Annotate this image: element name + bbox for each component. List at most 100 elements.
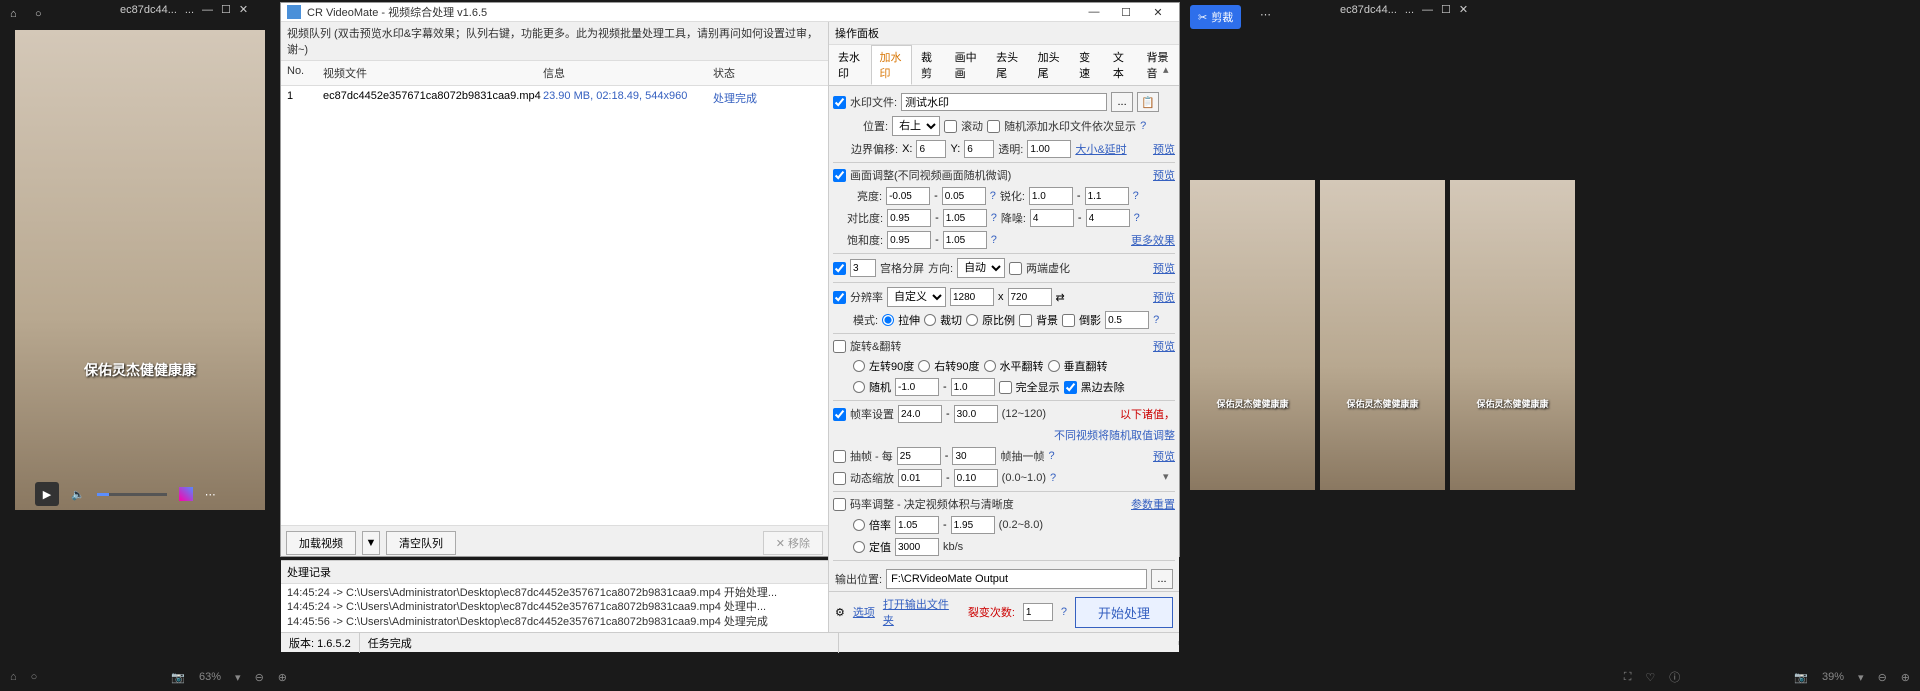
help-icon[interactable]: ? [1140, 120, 1146, 132]
load-video-button[interactable]: 加载视频 [286, 531, 356, 555]
zoom-out-icon[interactable]: ⊖ [1878, 671, 1887, 684]
maximize-button[interactable]: ☐ [1111, 3, 1141, 21]
drop-max[interactable] [952, 447, 996, 465]
stretch-radio[interactable] [882, 314, 894, 326]
noise-min[interactable] [1030, 209, 1074, 227]
col-status[interactable]: 状态 [707, 63, 797, 83]
reset-link[interactable]: 参数重置 [1131, 496, 1175, 512]
help-icon[interactable]: ? [991, 234, 997, 246]
col-info[interactable]: 信息 [537, 63, 707, 83]
offset-y[interactable] [964, 140, 994, 158]
zoom-out-icon[interactable]: ⊖ [255, 671, 264, 684]
mirror-val[interactable] [1105, 311, 1149, 329]
tab-add-wm[interactable]: 加水印 [871, 45, 913, 85]
res-checkbox[interactable] [833, 291, 846, 304]
wm-file-input[interactable] [901, 93, 1107, 111]
grid-checkbox[interactable] [833, 262, 846, 275]
full-checkbox[interactable] [999, 381, 1012, 394]
camera-icon[interactable]: 📷 [171, 671, 185, 684]
output-path[interactable] [886, 569, 1147, 589]
fixed-radio[interactable] [853, 541, 865, 553]
play-button[interactable]: ▶ [35, 482, 59, 506]
tab-pip[interactable]: 画中画 [946, 45, 988, 85]
sharp-min[interactable] [1029, 187, 1073, 205]
col-no[interactable]: No. [281, 63, 317, 83]
res-mode-select[interactable]: 自定义 [887, 287, 946, 307]
tab-add-head[interactable]: 加头尾 [1029, 45, 1071, 85]
fission-count[interactable] [1023, 603, 1053, 621]
home-icon[interactable]: ⌂ [10, 671, 17, 683]
tab-crop[interactable]: 裁剪 [912, 45, 946, 85]
br-fixed[interactable] [895, 538, 939, 556]
table-body[interactable]: 1 ec87dc4452e357671ca8072b9831caa9.mp4 2… [281, 86, 828, 525]
rot-checkbox[interactable] [833, 340, 846, 353]
close-button[interactable]: ✕ [1143, 3, 1173, 21]
col-file[interactable]: 视频文件 [317, 63, 537, 83]
tab-trim-head[interactable]: 去头尾 [987, 45, 1029, 85]
table-row[interactable]: 1 ec87dc4452e357671ca8072b9831caa9.mp4 2… [281, 86, 828, 110]
help-icon[interactable]: ? [1050, 472, 1056, 484]
home-icon[interactable]: ⌂ [10, 8, 17, 20]
gear-icon[interactable]: ⚙ [835, 606, 845, 619]
more-icon[interactable]: ⋯ [205, 488, 216, 501]
mirror-checkbox[interactable] [1062, 314, 1075, 327]
offset-x[interactable] [916, 140, 946, 158]
mult-radio[interactable] [853, 519, 865, 531]
grid-count[interactable] [850, 259, 876, 277]
noise-max[interactable] [1086, 209, 1130, 227]
zoom-max[interactable] [954, 469, 998, 487]
res-h[interactable] [1008, 288, 1052, 306]
help-icon[interactable]: ? [1061, 606, 1067, 618]
black-checkbox[interactable] [1064, 381, 1077, 394]
rot-min[interactable] [895, 378, 939, 396]
zoom-checkbox[interactable] [833, 472, 846, 485]
size-link[interactable]: 大小&延时 [1075, 141, 1126, 157]
load-dropdown[interactable]: ▼ [362, 531, 380, 555]
contrast-max[interactable] [943, 209, 987, 227]
rot-max[interactable] [951, 378, 995, 396]
drop-min[interactable] [897, 447, 941, 465]
options-link[interactable]: 选项 [853, 604, 875, 620]
cut-button[interactable]: ✂ 剪裁 [1190, 5, 1241, 29]
tab-remove-wm[interactable]: 去水印 [829, 45, 871, 85]
chevron-icon[interactable]: ▾ [1858, 671, 1864, 684]
browse-output[interactable]: ... [1151, 569, 1173, 589]
random-checkbox[interactable] [987, 120, 1000, 133]
ratio-radio[interactable] [966, 314, 978, 326]
sat-min[interactable] [887, 231, 931, 249]
clipboard-button[interactable]: 📋 [1137, 92, 1159, 112]
drop-checkbox[interactable] [833, 450, 846, 463]
scrollbar[interactable]: ▴▾ [1163, 63, 1177, 483]
pos-select[interactable]: 右上 [892, 116, 940, 136]
bright-min[interactable] [886, 187, 930, 205]
blur-checkbox[interactable] [1009, 262, 1022, 275]
hflip-radio[interactable] [984, 360, 996, 372]
rand-radio[interactable] [853, 381, 865, 393]
expand-icon[interactable]: ⛶ [1624, 671, 1632, 684]
sharp-max[interactable] [1085, 187, 1129, 205]
tab-text[interactable]: 文本 [1104, 45, 1138, 85]
contrast-min[interactable] [887, 209, 931, 227]
browse-button[interactable]: ... [1111, 92, 1133, 112]
start-button[interactable]: 开始处理 [1075, 597, 1173, 628]
res-w[interactable] [950, 288, 994, 306]
volume-slider[interactable] [97, 493, 167, 496]
help-icon[interactable]: ? [1153, 314, 1159, 326]
br-checkbox[interactable] [833, 498, 846, 511]
fps-max[interactable] [954, 405, 998, 423]
more-dots[interactable]: ⋯ [1260, 8, 1271, 21]
help-icon[interactable]: ? [1048, 450, 1054, 462]
help-icon[interactable]: ? [1134, 212, 1140, 224]
minimize-button[interactable]: — [1079, 3, 1109, 21]
tab-speed[interactable]: 变速 [1070, 45, 1104, 85]
clear-queue-button[interactable]: 清空队列 [386, 531, 456, 555]
dir-select[interactable]: 自动 [957, 258, 1005, 278]
open-folder-link[interactable]: 打开输出文件夹 [883, 596, 960, 628]
l90-radio[interactable] [853, 360, 865, 372]
br-max[interactable] [951, 516, 995, 534]
bright-max[interactable] [942, 187, 986, 205]
heart-icon[interactable]: ♡ [1645, 671, 1655, 684]
scroll-checkbox[interactable] [944, 120, 957, 133]
vflip-radio[interactable] [1048, 360, 1060, 372]
circle-icon[interactable]: ○ [35, 8, 42, 20]
